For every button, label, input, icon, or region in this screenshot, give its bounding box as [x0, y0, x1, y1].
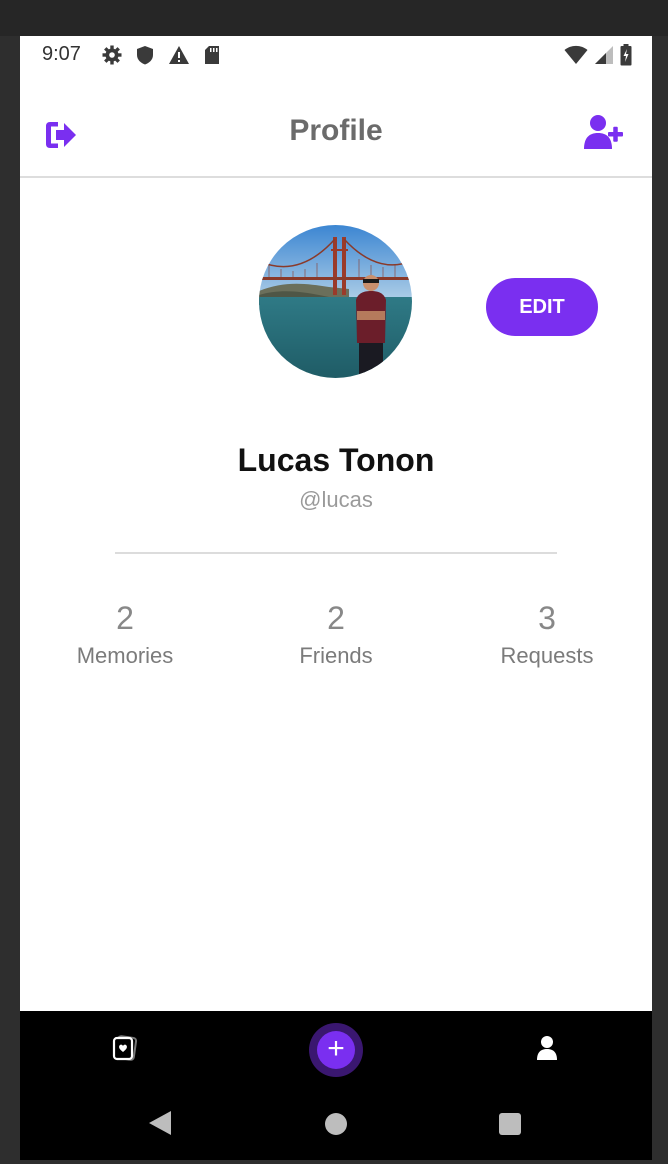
- status-bar: 9:07: [20, 36, 652, 76]
- bottom-nav: +: [20, 1011, 652, 1086]
- add-icon: +: [317, 1031, 355, 1069]
- page-title: Profile: [289, 114, 383, 147]
- sd-card-icon: [205, 46, 219, 64]
- stat-count: 3: [538, 600, 556, 636]
- add-user-icon[interactable]: [584, 114, 624, 150]
- profile-icon[interactable]: [536, 1035, 558, 1061]
- avatar: [259, 225, 412, 378]
- battery-charging-icon: [620, 44, 632, 66]
- recents-icon[interactable]: [499, 1113, 521, 1135]
- alert-icon: [169, 46, 189, 64]
- cell-signal-icon: [595, 46, 613, 64]
- add-memory-button[interactable]: +: [309, 1023, 363, 1077]
- settings-icon: [102, 45, 122, 65]
- shield-icon: [137, 46, 153, 65]
- stat-label: Friends: [299, 643, 373, 668]
- screen: 9:07 Profile EDIT Lucas Tonon @lucas 2 M…: [20, 36, 652, 1160]
- stat-label: Memories: [76, 643, 174, 668]
- stat-friends[interactable]: 2 Friends: [256, 598, 416, 674]
- divider: [115, 552, 557, 554]
- status-time: 9:07: [42, 43, 81, 65]
- edit-profile-button[interactable]: EDIT: [486, 278, 598, 336]
- stat-count: 2: [116, 600, 134, 636]
- memories-icon[interactable]: [112, 1035, 138, 1061]
- status-right-icons: [564, 44, 632, 66]
- back-icon[interactable]: [148, 1110, 172, 1136]
- profile-photo: [259, 225, 412, 378]
- wifi-icon: [564, 45, 588, 64]
- system-nav: [20, 1086, 652, 1160]
- device-frame: 9:07 Profile EDIT Lucas Tonon @lucas 2 M…: [0, 0, 668, 1164]
- stat-requests[interactable]: 3 Requests: [467, 598, 627, 674]
- stat-memories[interactable]: 2 Memories: [45, 598, 205, 674]
- stat-count: 2: [327, 600, 345, 636]
- device-top-bezel: [0, 0, 668, 36]
- profile-name: Lucas Tonon: [237, 442, 435, 478]
- status-left-icons: [102, 45, 220, 65]
- home-icon[interactable]: [325, 1113, 347, 1135]
- app-header: Profile: [20, 76, 652, 178]
- profile-handle: @lucas: [299, 487, 373, 512]
- stat-label: Requests: [500, 643, 594, 668]
